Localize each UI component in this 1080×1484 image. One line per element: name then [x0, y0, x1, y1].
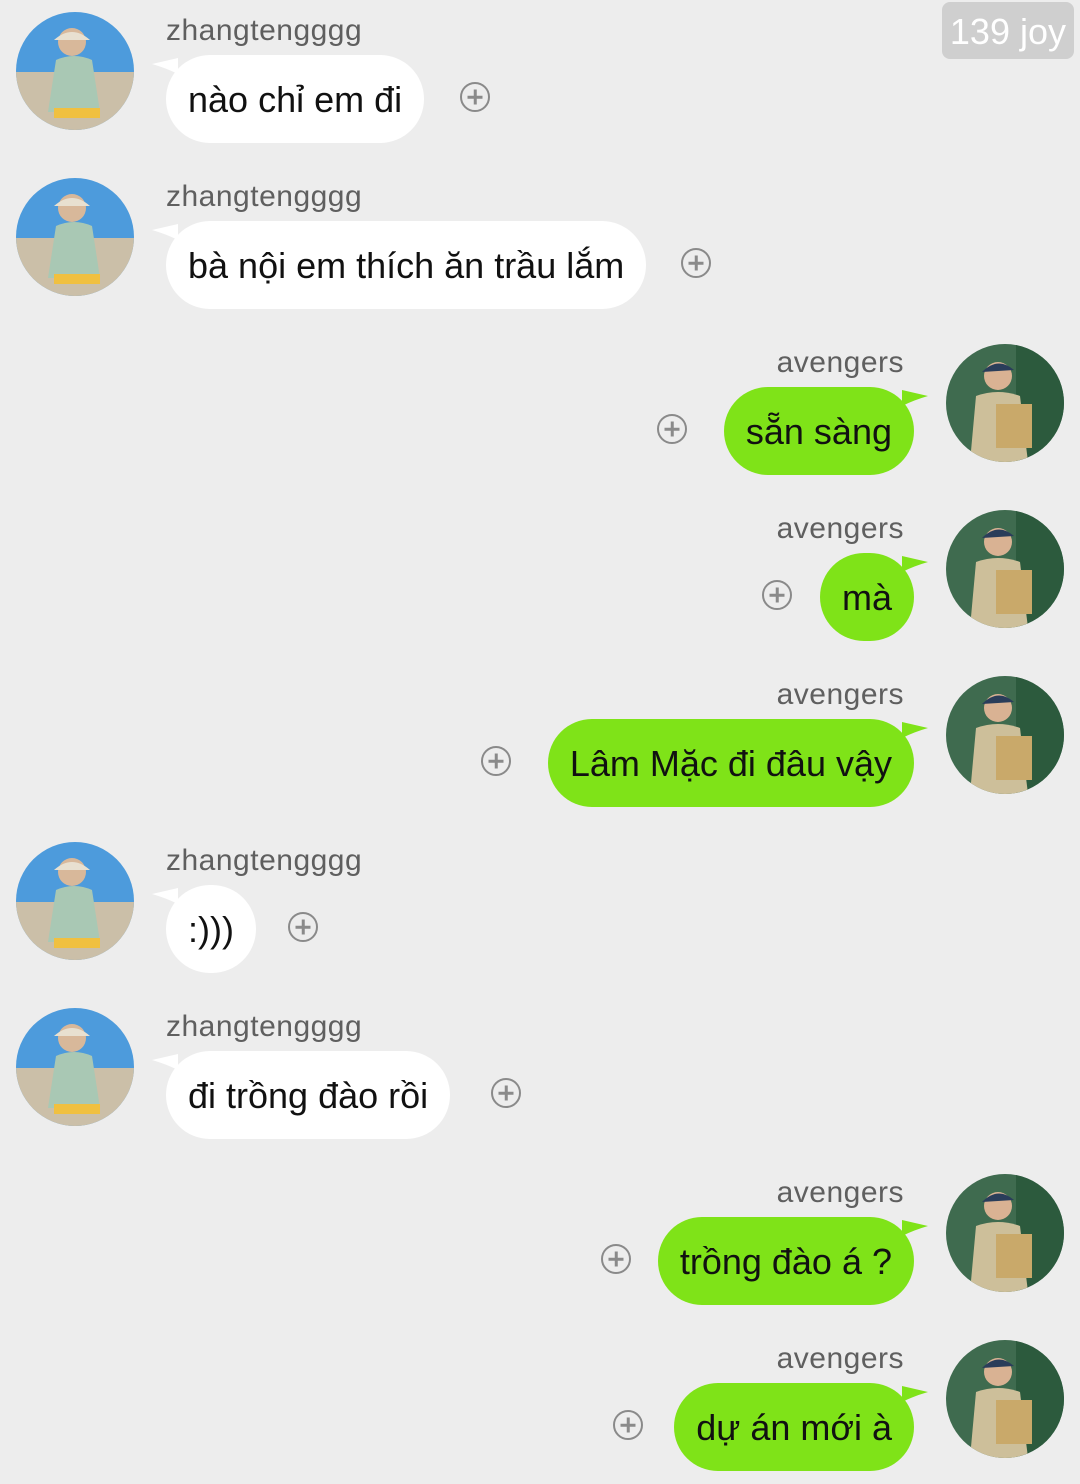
message-bubble[interactable]: bà nội em thích ăn trầu lắm	[166, 221, 647, 309]
avatar-avengers[interactable]	[946, 1174, 1064, 1292]
message-bubble[interactable]: dự án mới à	[674, 1383, 914, 1471]
message-row: zhangtengggg :)))	[0, 830, 1080, 980]
message-row: zhangtengggg nào chỉ em đi	[0, 0, 1080, 150]
sender-name: avengers	[776, 1176, 904, 1209]
avatar-avengers[interactable]	[946, 676, 1064, 794]
sender-name: avengers	[776, 512, 904, 545]
message-row: avengers sẵn sàng	[0, 332, 1080, 482]
avatar-zhangtengggg[interactable]	[16, 12, 134, 130]
add-reaction-icon[interactable]	[481, 746, 511, 776]
add-reaction-icon[interactable]	[762, 580, 792, 610]
bubble-tail	[902, 1220, 928, 1236]
bubble-tail	[902, 390, 928, 406]
avatar-avengers[interactable]	[946, 510, 1064, 628]
sender-name: zhangtengggg	[166, 1010, 363, 1043]
add-reaction-icon[interactable]	[460, 82, 490, 112]
add-reaction-icon[interactable]	[601, 1244, 631, 1274]
sender-name: zhangtengggg	[166, 180, 363, 213]
add-reaction-icon[interactable]	[288, 912, 318, 942]
bubble-tail	[902, 722, 928, 738]
message-bubble[interactable]: trồng đào á ?	[657, 1217, 914, 1305]
add-reaction-icon[interactable]	[613, 1410, 643, 1440]
add-reaction-icon[interactable]	[681, 248, 711, 278]
message-bubble[interactable]: mà	[819, 553, 914, 641]
message-row: avengers Lâm Mặc đi đâu vậy	[0, 664, 1080, 814]
message-row: zhangtengggg đi trồng đào rồi	[0, 996, 1080, 1146]
message-bubble[interactable]: đi trồng đào rồi	[166, 1051, 451, 1139]
sender-name: avengers	[776, 678, 904, 711]
message-row: avengers dự án mới à	[0, 1328, 1080, 1478]
message-row: avengers trồng đào á ?	[0, 1162, 1080, 1312]
message-bubble[interactable]: sẵn sàng	[723, 387, 914, 475]
avatar-zhangtengggg[interactable]	[16, 178, 134, 296]
avatar-avengers[interactable]	[946, 1340, 1064, 1458]
avatar-zhangtengggg[interactable]	[16, 842, 134, 960]
message-row: zhangtengggg bà nội em thích ăn trầu lắm	[0, 166, 1080, 316]
sender-name: avengers	[776, 1342, 904, 1375]
bubble-tail	[902, 1386, 928, 1402]
avatar-avengers[interactable]	[946, 344, 1064, 462]
add-reaction-icon[interactable]	[491, 1078, 521, 1108]
sender-name: zhangtengggg	[166, 14, 363, 47]
sender-name: avengers	[776, 346, 904, 379]
message-bubble[interactable]: :)))	[166, 885, 256, 973]
sender-name: zhangtengggg	[166, 844, 363, 877]
avatar-zhangtengggg[interactable]	[16, 1008, 134, 1126]
message-row: avengers mà	[0, 498, 1080, 648]
message-bubble[interactable]: nào chỉ em đi	[166, 55, 425, 143]
add-reaction-icon[interactable]	[657, 414, 687, 444]
message-bubble[interactable]: Lâm Mặc đi đâu vậy	[547, 719, 914, 807]
bubble-tail	[902, 556, 928, 572]
